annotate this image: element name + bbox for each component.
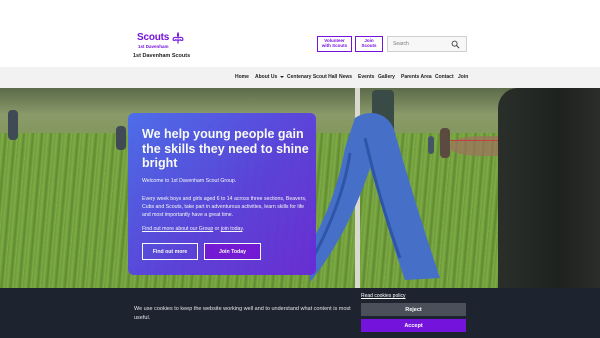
group-name: 1st Davenham Scouts bbox=[133, 53, 191, 59]
scout-scarf bbox=[310, 113, 440, 282]
hero-welcome-text: Welcome to 1st Davenham Scout Group. bbox=[142, 178, 237, 184]
hero-body-text: Every week boys and girls aged 6 to 14 a… bbox=[142, 196, 307, 218]
join-today-link[interactable]: join today bbox=[221, 226, 243, 232]
cookie-message: We use cookies to keep the website worki… bbox=[134, 306, 351, 321]
background-person bbox=[116, 126, 126, 150]
cookie-banner: We use cookies to keep the website worki… bbox=[0, 288, 600, 338]
background-person bbox=[8, 110, 18, 140]
nav-item-events[interactable]: Events bbox=[358, 74, 374, 80]
nav-item-gallery[interactable]: Gallery bbox=[378, 74, 395, 80]
nav-item-parents-area[interactable]: Parents Area bbox=[401, 74, 432, 80]
search-box[interactable]: Search bbox=[387, 36, 467, 52]
nav-item-centenary-scout-hall[interactable]: Centenary Scout Hall bbox=[287, 74, 337, 80]
hero-links: Find out more about our Group or join to… bbox=[142, 226, 244, 232]
fleur-de-lis-icon bbox=[172, 31, 184, 44]
hero-card: We help young people gain the skills the… bbox=[128, 113, 316, 275]
join-scouts-button[interactable]: Join Scouts bbox=[355, 36, 383, 52]
main-nav: Home About Us Centenary Scout Hall News … bbox=[0, 67, 600, 88]
site-header: Scouts 1st Davenham 1st Davenham Scouts … bbox=[0, 0, 600, 67]
chevron-down-icon bbox=[280, 75, 285, 78]
join-today-button[interactable]: Join Today bbox=[204, 243, 261, 260]
link-period: . bbox=[242, 226, 245, 232]
nav-item-home[interactable]: Home bbox=[235, 74, 249, 80]
accept-cookies-button[interactable]: Accept bbox=[361, 319, 466, 332]
logo-wordmark: Scouts bbox=[137, 32, 170, 43]
find-out-more-link[interactable]: Find out more about our Group bbox=[142, 226, 213, 232]
find-out-more-button[interactable]: Find out more bbox=[142, 243, 198, 260]
search-icon[interactable] bbox=[451, 40, 460, 49]
cookie-policy-link[interactable]: Read cookies policy bbox=[361, 293, 405, 299]
logo-subtitle: 1st Davenham bbox=[138, 44, 169, 49]
reject-cookies-button[interactable]: Reject bbox=[361, 303, 466, 316]
link-separator: or bbox=[213, 226, 221, 232]
foreground-person bbox=[498, 88, 600, 288]
nav-item-join[interactable]: Join bbox=[458, 74, 468, 80]
nav-item-about-us[interactable]: About Us bbox=[255, 74, 285, 80]
scouts-logo[interactable]: Scouts 1st Davenham bbox=[137, 31, 189, 52]
hero-title: We help young people gain the skills the… bbox=[142, 127, 309, 170]
search-input[interactable]: Search bbox=[393, 41, 409, 47]
nav-item-contact[interactable]: Contact bbox=[435, 74, 454, 80]
nav-item-news[interactable]: News bbox=[339, 74, 352, 80]
nav-item-label: About Us bbox=[255, 74, 278, 80]
volunteer-button[interactable]: Volunteer with Scouts bbox=[317, 36, 352, 52]
